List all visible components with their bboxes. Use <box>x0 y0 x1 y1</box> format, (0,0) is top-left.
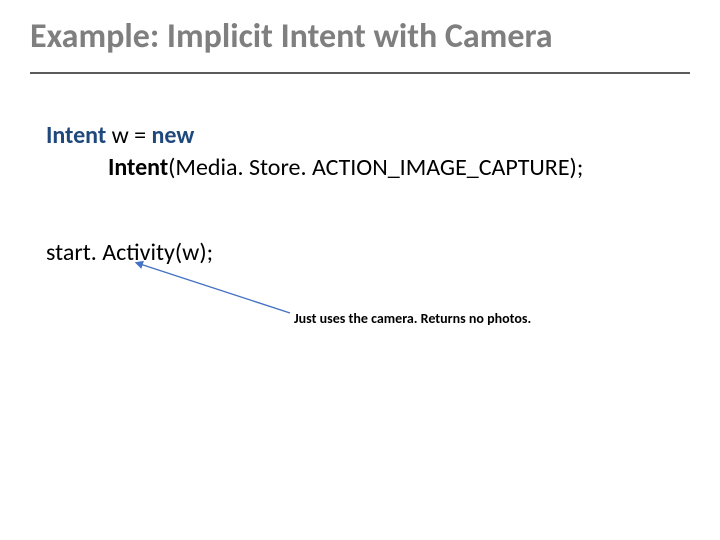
title-underline <box>30 72 690 74</box>
code-line-1: Intent w = new <box>46 120 583 152</box>
code-block: Intent w = new Intent(Media. Store. ACTI… <box>46 120 583 185</box>
annotation-text: Just uses the camera. Returns no photos. <box>294 310 531 327</box>
keyword-new: new <box>152 121 195 150</box>
slide-title: Example: Implicit Intent with Camera <box>30 18 690 55</box>
annotation-arrow <box>130 258 300 318</box>
keyword-intent: Intent <box>108 153 168 182</box>
keyword-intent: Intent <box>46 121 106 150</box>
code-text: w = <box>106 121 151 150</box>
slide: Example: Implicit Intent with Camera Int… <box>0 0 720 540</box>
code-line-2: Intent(Media. Store. ACTION_IMAGE_CAPTUR… <box>46 152 583 184</box>
code-text: (Media. Store. ACTION_IMAGE_CAPTURE); <box>168 153 583 182</box>
